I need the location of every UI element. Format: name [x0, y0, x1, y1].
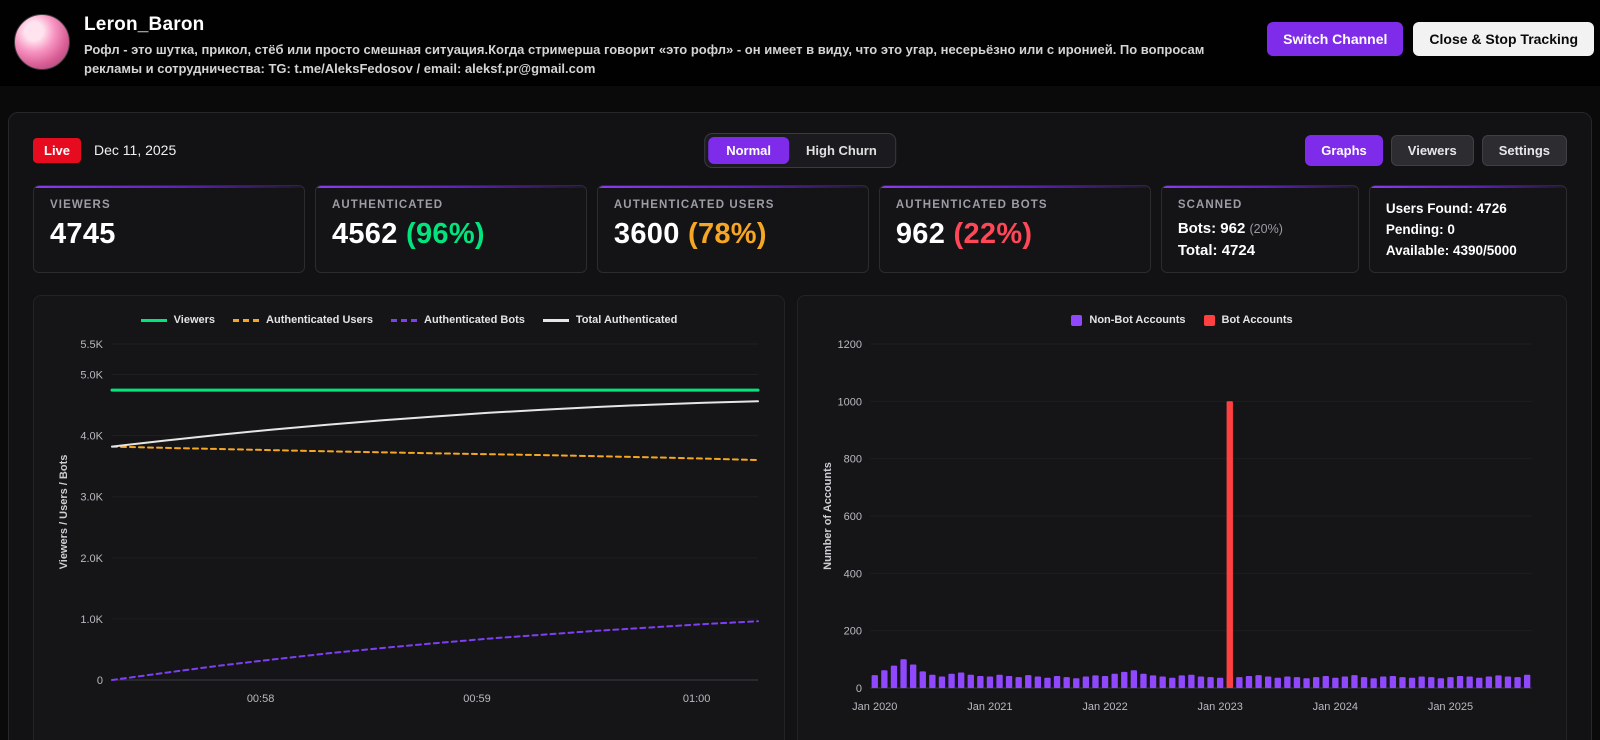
mode-normal-button[interactable]: Normal: [708, 137, 790, 164]
scanned-total-line: Total: 4724: [1177, 241, 1256, 259]
stat-value-number: 4562: [331, 218, 398, 250]
line-chart-legend: Viewers Authenticated Users Authenticated …: [50, 308, 768, 332]
legend-item-authenticated-users[interactable]: Authenticated Users: [233, 314, 373, 326]
svg-text:3.0K: 3.0K: [80, 492, 103, 504]
stat-card-quota: Users Found: 4726 Pending: 0 Available: …: [1368, 185, 1568, 273]
legend-item-bot-accounts[interactable]: Bot Accounts: [1203, 314, 1293, 326]
svg-text:5.5K: 5.5K: [80, 339, 103, 351]
stat-card-viewers: VIEWERS 4745: [33, 185, 305, 273]
tab-viewers[interactable]: Viewers: [1390, 134, 1474, 166]
channel-header: Leron_Baron Рофл - это шутка, прикол, ст…: [0, 0, 1600, 86]
svg-text:Jan 2025: Jan 2025: [1428, 701, 1473, 713]
stat-value-percent: (22%): [953, 218, 1033, 250]
stat-card-authenticated-users: AUTHENTICATED USERS 3600 (78%): [596, 185, 869, 273]
legend-item-total-authenticated[interactable]: Total Authenticated: [542, 314, 678, 326]
charts-row: Viewers Authenticated Users Authenticated …: [33, 295, 1567, 740]
stat-value: 4562 (96%): [332, 218, 570, 251]
legend-item-authenticated-bots[interactable]: Authenticated Bots: [391, 314, 525, 326]
stat-card-authenticated: AUTHENTICATED 4562 (96%): [314, 185, 587, 273]
svg-text:2.0K: 2.0K: [80, 553, 103, 565]
account-age-bar-chart: 0 200 400 600 800 1000 1200 Jan 2020 Jan 2021 Jan…: [822, 339, 1532, 713]
legend-swatch: [391, 318, 418, 322]
mode-high-churn-button[interactable]: High Churn: [791, 137, 892, 164]
svg-text:400: 400: [844, 568, 862, 580]
legend-swatch: [1203, 314, 1215, 326]
svg-text:1000: 1000: [838, 396, 862, 408]
svg-text:00:59: 00:59: [463, 693, 491, 705]
svg-text:Jan 2020: Jan 2020: [852, 701, 897, 713]
svg-text:5.0K: 5.0K: [80, 370, 103, 382]
stat-value-number: 3600: [613, 218, 680, 250]
svg-text:0: 0: [97, 675, 103, 687]
stat-label: AUTHENTICATED: [331, 199, 444, 211]
legend-label: Authenticated Users: [266, 314, 374, 326]
stat-value-number: 962: [895, 218, 946, 250]
svg-text:4.0K: 4.0K: [80, 431, 103, 443]
channel-avatar: [14, 14, 70, 70]
legend-label: Viewers: [173, 314, 216, 326]
live-badge: Live: [33, 137, 82, 163]
svg-text:Number of Accounts: Number of Accounts: [822, 462, 834, 570]
viewers-line-chart-panel: Viewers Authenticated Users Authenticated …: [33, 295, 785, 740]
legend-item-non-bot-accounts[interactable]: Non-Bot Accounts: [1071, 314, 1186, 326]
tracking-dashboard-panel: Live Dec 11, 2025 Normal High Churn Grap…: [8, 112, 1592, 740]
scanned-bots-line: Bots: 962 (20%): [1177, 220, 1283, 237]
legend-label: Total Authenticated: [575, 314, 678, 326]
legend-label: Bot Accounts: [1221, 314, 1293, 326]
svg-text:800: 800: [844, 454, 862, 466]
viewers-line-chart: 0 1.0K 2.0K 3.0K 4.0K 5.0K 5.5K 00:58 00:59 01:00…: [58, 339, 760, 705]
svg-text:1200: 1200: [838, 339, 862, 351]
users-found-line: Users Found: 4726: [1385, 201, 1507, 216]
stat-value-percent: (96%): [406, 218, 485, 250]
stat-value: 4745: [50, 218, 288, 251]
stat-value-number: 4745: [50, 218, 116, 250]
stream-date: Dec 11, 2025: [94, 142, 177, 158]
svg-text:Jan 2021: Jan 2021: [967, 701, 1012, 713]
scanned-bots-percent: (20%): [1249, 222, 1283, 236]
svg-text:200: 200: [844, 626, 862, 638]
header-actions: Switch Channel Close & Stop Tracking: [1267, 22, 1594, 56]
channel-name: Leron_Baron: [84, 14, 205, 35]
account-age-bar-chart-panel: Non-Bot Accounts Bot Accounts 0 200 400 600 8…: [797, 295, 1567, 740]
churn-mode-toggle: Normal High Churn: [704, 133, 896, 168]
stat-value-percent: (78%): [687, 218, 767, 250]
svg-text:600: 600: [844, 511, 862, 523]
svg-text:Viewers / Users / Bots: Viewers / Users / Bots: [58, 455, 70, 570]
legend-swatch: [140, 318, 167, 322]
svg-text:0: 0: [856, 683, 862, 695]
tab-graphs[interactable]: Graphs: [1305, 134, 1383, 166]
svg-text:Jan 2024: Jan 2024: [1313, 701, 1358, 713]
stat-label: VIEWERS: [50, 199, 111, 211]
dashboard-toolbar: Live Dec 11, 2025 Normal High Churn Grap…: [33, 133, 1567, 168]
stats-row: VIEWERS 4745 AUTHENTICATED 4562 (96%) AU…: [33, 185, 1568, 273]
stat-card-authenticated-bots: AUTHENTICATED BOTS 962 (22%): [878, 185, 1151, 273]
bar-chart-legend: Non-Bot Accounts Bot Accounts: [814, 308, 1550, 332]
pending-line: Pending: 0: [1385, 221, 1455, 237]
available-line: Available: 4390/5000: [1385, 242, 1517, 258]
legend-swatch: [1071, 314, 1083, 326]
legend-label: Authenticated Bots: [424, 314, 525, 326]
svg-text:01:00: 01:00: [683, 693, 711, 705]
svg-text:00:58: 00:58: [247, 693, 275, 705]
stat-value: 962 (22%): [896, 218, 1134, 251]
channel-description: Рофл - это шутка, прикол, стёб или прост…: [84, 42, 1205, 76]
legend-swatch: [233, 318, 260, 322]
stat-label: AUTHENTICATED BOTS: [895, 199, 1048, 211]
close-stop-tracking-button[interactable]: Close & Stop Tracking: [1413, 22, 1594, 56]
stat-label: AUTHENTICATED USERS: [613, 199, 775, 211]
stat-card-scanned: SCANNED Bots: 962 (20%) Total: 4724: [1160, 185, 1359, 273]
svg-text:Jan 2023: Jan 2023: [1198, 701, 1243, 713]
switch-channel-button[interactable]: Switch Channel: [1267, 22, 1404, 56]
svg-text:Jan 2022: Jan 2022: [1082, 701, 1127, 713]
stat-label: SCANNED: [1177, 199, 1243, 211]
legend-swatch: [542, 318, 569, 322]
tab-settings[interactable]: Settings: [1481, 134, 1567, 166]
legend-label: Non-Bot Accounts: [1089, 314, 1186, 326]
legend-item-viewers[interactable]: Viewers: [140, 314, 216, 326]
svg-text:1.0K: 1.0K: [80, 614, 103, 626]
stat-value: 3600 (78%): [614, 218, 852, 251]
view-tabs: Graphs Viewers Settings: [1305, 134, 1567, 166]
